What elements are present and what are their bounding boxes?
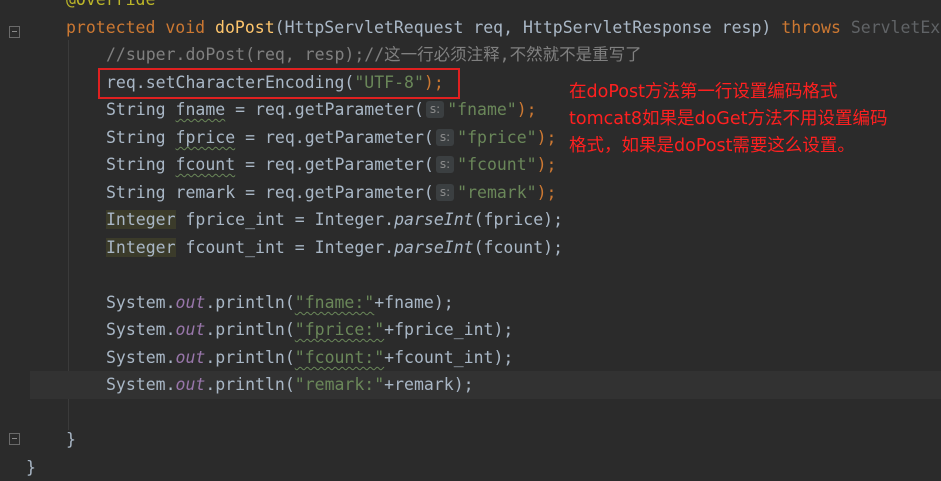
code-line-param[interactable]: String remark = req.getParameter(s: "rema… [106,179,557,206]
fold-marker-icon[interactable] [9,433,20,445]
code-line-param[interactable]: String fprice = req.getParameter(s: "fpri… [106,124,557,151]
highlight-box [98,68,460,99]
annotation-note: 在doPost方法第一行设置编码格式 tomcat8如果是doGet方法不用设置编… [569,79,941,160]
param-hint: s: [435,156,455,173]
param-hint: s: [435,129,455,146]
fold-marker-icon[interactable] [9,26,20,38]
code-line-annotation[interactable]: @Override [66,0,155,13]
editor-gutter [0,0,30,475]
annotation-note-line: 格式，如果是doPost需要这么设置。 [569,136,855,156]
code-line-param[interactable]: String fname = req.getParameter(s: "fname… [106,96,537,123]
code-line-comment[interactable]: //super.doPost(req, resp);//这一行必须注释,不然就不… [106,41,642,68]
annotation-note-line: tomcat8如果是doGet方法不用设置编码 [569,109,888,129]
param-hint: s: [435,184,455,201]
code-line-print[interactable]: System.out.println("fcount:"+fcount_int)… [106,344,513,371]
code-line-param[interactable]: String fcount = req.getParameter(s: "fcou… [106,151,557,178]
code-line-close-method[interactable]: } [66,426,76,453]
code-line-integer[interactable]: Integer fprice_int = Integer.parseInt(fp… [106,206,563,233]
param-hint: s: [425,101,445,118]
code-line-print[interactable]: System.out.println("fprice:"+fprice_int)… [106,316,513,343]
code-line-signature[interactable]: protected void doPost(HttpServletRequest… [66,14,940,41]
code-line-close-class[interactable]: } [26,454,36,481]
code-line-print[interactable]: System.out.println("fname:"+fname); [106,289,454,316]
annotation-note-line: 在doPost方法第一行设置编码格式 [569,82,838,102]
code-line-print[interactable]: System.out.println("remark:"+remark); [106,371,474,398]
code-line-integer[interactable]: Integer fcount_int = Integer.parseInt(fc… [106,234,563,261]
